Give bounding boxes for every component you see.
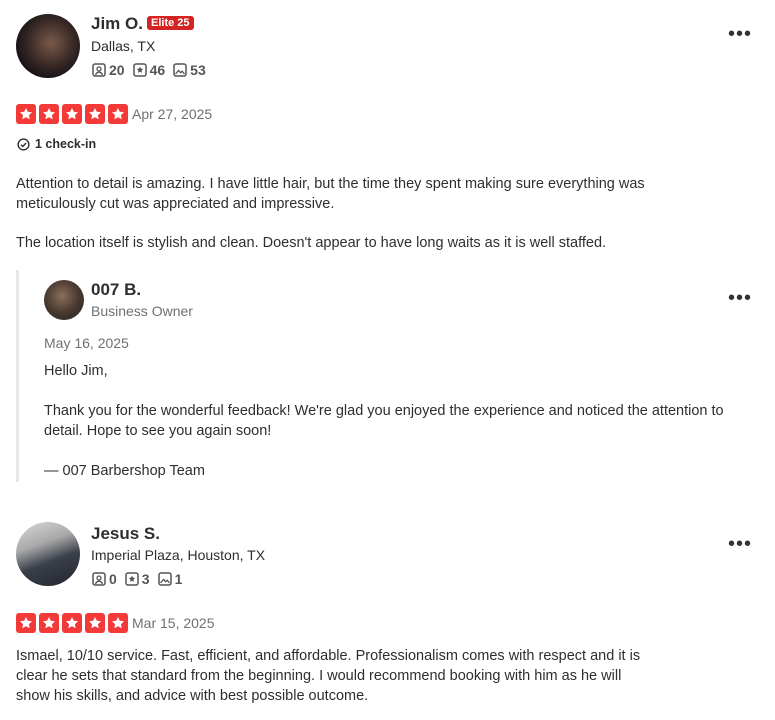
owner-reply-divider: [16, 270, 19, 482]
reviewer-avatar[interactable]: [16, 522, 80, 586]
photos-stat: 1: [157, 571, 183, 587]
photos-stat: 53: [173, 62, 206, 78]
reviewer-name[interactable]: Jesus S.: [91, 524, 160, 544]
star-icon: [108, 104, 128, 124]
photos-count: 53: [190, 62, 206, 78]
reviews-stat: 46: [132, 62, 166, 78]
reply-text: Hello Jim,: [44, 363, 108, 379]
owner-name[interactable]: 007 B.: [91, 280, 141, 300]
friends-icon: [92, 63, 106, 77]
owner-role: Business Owner: [91, 303, 193, 319]
friends-stat: 20: [92, 62, 125, 78]
star-rating: [16, 613, 128, 633]
friends-count: 0: [109, 571, 117, 587]
elite-badge: Elite 25: [147, 16, 194, 30]
review-text: The location itself is stylish and clean…: [16, 235, 607, 251]
star-icon: [39, 613, 59, 633]
review-date: Apr 27, 2025: [132, 106, 213, 122]
star-icon: [85, 613, 105, 633]
reviewer-stats: 0 3 1: [92, 571, 182, 587]
reviewer-stats: 20 46 53: [92, 62, 206, 78]
star-icon: [62, 613, 82, 633]
checkin-icon: [17, 137, 30, 151]
friends-count: 20: [109, 62, 125, 78]
review-text: Ismael, 10/10 service. Fast, efficient, …: [16, 648, 641, 704]
star-icon: [85, 104, 105, 124]
reviews-count: 46: [149, 62, 166, 78]
review-text: Attention to detail is amazing. I have l…: [16, 176, 645, 212]
photos-count: 1: [174, 571, 183, 587]
star-icon: [16, 613, 36, 633]
review-date: Mar 15, 2025: [132, 615, 215, 631]
review-star-icon: [125, 572, 139, 586]
reviewer-location: Imperial Plaza, Houston, TX: [91, 547, 266, 563]
reviews-count: 3: [141, 571, 150, 587]
star-icon: [62, 104, 82, 124]
reviewer-location: Dallas, TX: [91, 38, 156, 54]
reviews-stat: 3: [125, 571, 150, 587]
photo-icon: [157, 572, 172, 586]
reply-text: Thank you for the wonderful feedback! We…: [44, 403, 724, 439]
review-options-button[interactable]: •••: [728, 24, 752, 44]
checkin-count: 1 check-in: [35, 137, 97, 151]
review-options-button[interactable]: •••: [728, 534, 752, 554]
reply-date: May 16, 2025: [44, 335, 129, 351]
star-icon: [39, 104, 59, 124]
review-star-icon: [132, 63, 147, 77]
owner-avatar[interactable]: [44, 280, 84, 320]
photo-icon: [173, 63, 187, 77]
reviewer-name[interactable]: Jim O.: [91, 14, 143, 34]
checkin-row: 1 check-in: [17, 137, 96, 151]
star-rating: [16, 104, 128, 124]
friends-stat: 0: [92, 571, 117, 587]
reply-options-button[interactable]: •••: [728, 288, 752, 308]
reply-text: — 007 Barbershop Team: [44, 463, 205, 479]
friends-icon: [92, 572, 106, 586]
star-icon: [16, 104, 36, 124]
reviewer-avatar[interactable]: [16, 14, 80, 78]
star-icon: [108, 613, 128, 633]
